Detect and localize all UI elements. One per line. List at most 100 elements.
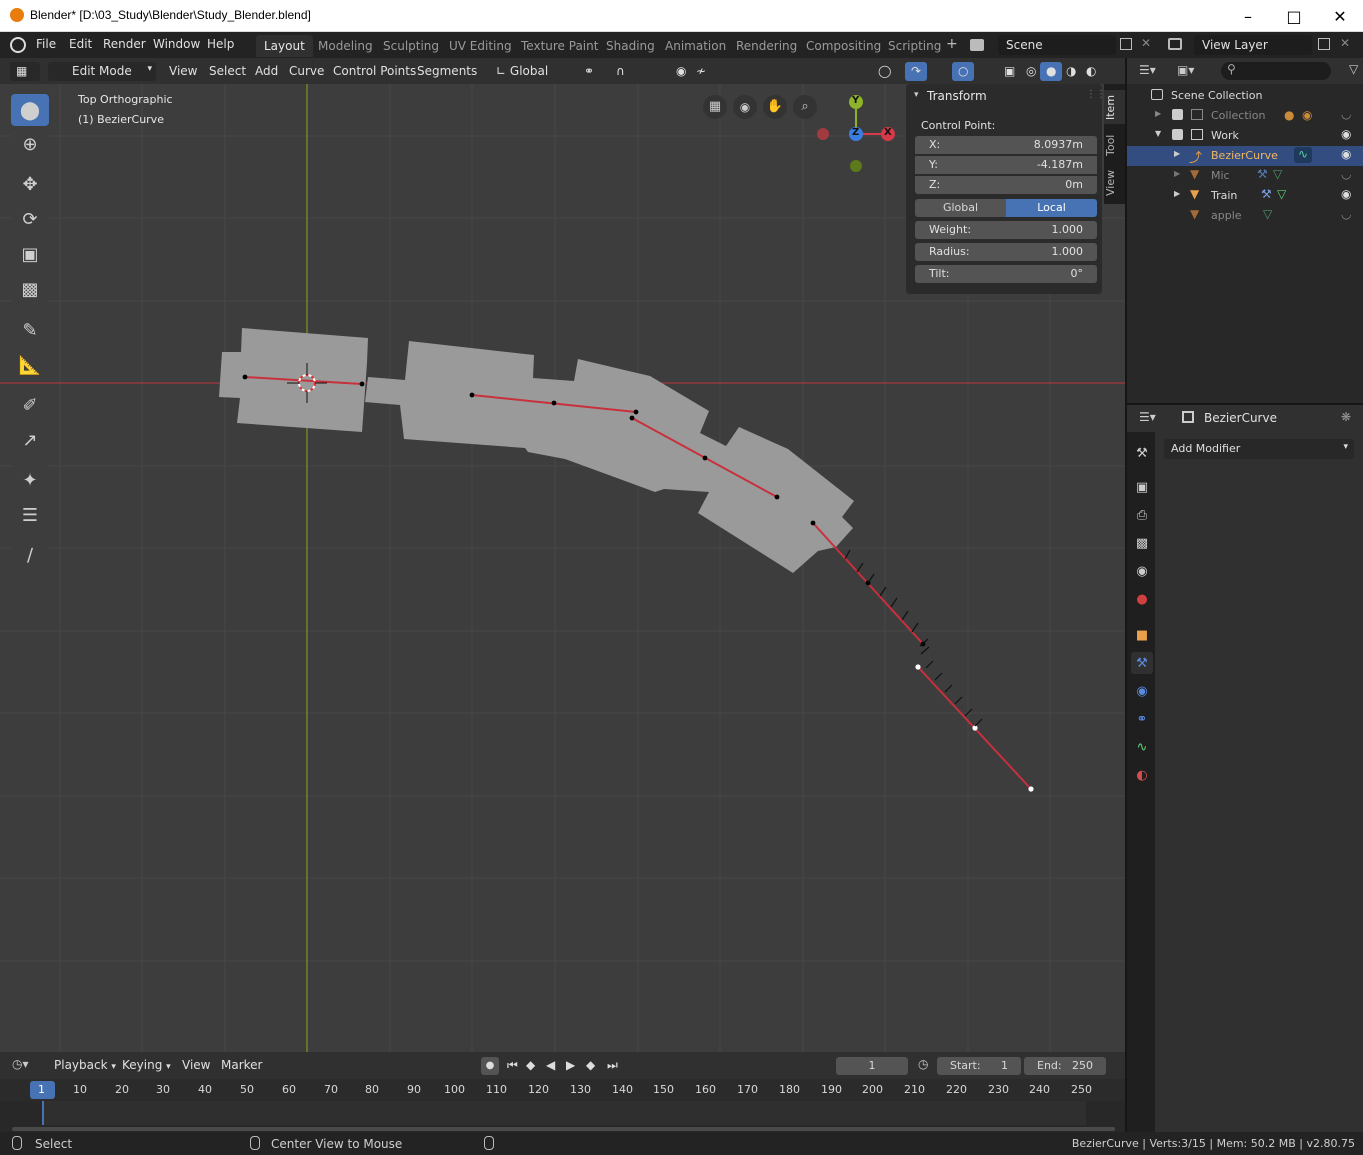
preview-range-icon[interactable]: ◷	[918, 1057, 928, 1071]
hidden-icon[interactable]: ◡	[1341, 207, 1351, 221]
falloff-icon[interactable]: ≁	[690, 62, 712, 81]
timeline-editor-icon[interactable]: ◷▾	[12, 1057, 29, 1071]
expand-arrow-icon[interactable]: ▼	[1155, 129, 1161, 138]
control-point[interactable]	[242, 374, 248, 380]
scene-name-field[interactable]: Scene	[998, 35, 1116, 55]
eye-icon[interactable]: ◉	[1341, 127, 1351, 141]
x-field[interactable]: X: 8.0937m	[915, 136, 1097, 154]
new-scene-icon[interactable]	[1120, 38, 1132, 50]
measure-icon[interactable]: 📐	[11, 349, 49, 381]
tab-shading[interactable]: Shading	[598, 35, 663, 57]
menu-select[interactable]: Select	[203, 62, 252, 81]
tool-tab-icon[interactable]: ⚒	[1131, 442, 1153, 464]
z-field[interactable]: Z: 0m	[915, 176, 1097, 194]
control-point[interactable]	[810, 520, 816, 526]
zoom-view-icon[interactable]: ⌕	[793, 95, 817, 119]
move-icon[interactable]: ✥	[11, 168, 49, 200]
scene-tab-icon[interactable]: ◉	[1131, 560, 1153, 582]
jump-end-icon[interactable]: ⏭	[607, 1058, 618, 1073]
maximize-button[interactable]: □	[1271, 0, 1317, 32]
outliner-item-mic[interactable]: ▶ ▼ Mic ⚒ ▽ ◡	[1127, 166, 1363, 186]
view-layer-icon[interactable]	[1168, 38, 1182, 50]
menu-render[interactable]: Render	[103, 37, 146, 51]
expand-arrow-icon[interactable]: ▶	[1174, 169, 1180, 178]
tab-compositing[interactable]: Compositing	[798, 35, 889, 57]
overlay-toggle-icon[interactable]: ○	[952, 62, 975, 81]
mode-dropdown[interactable]: Edit Mode ▾	[48, 62, 156, 81]
radius-icon[interactable]: ✦	[11, 464, 49, 496]
expand-arrow-icon[interactable]: ▶	[1174, 149, 1180, 158]
tab-modeling[interactable]: Modeling	[310, 35, 381, 57]
control-point[interactable]	[551, 400, 557, 406]
rotate-icon[interactable]: ⟳	[11, 203, 49, 235]
menu-timeline-view[interactable]: View	[182, 1058, 210, 1072]
control-point[interactable]	[629, 415, 635, 421]
timeline-scrollbar[interactable]	[12, 1127, 1115, 1131]
draw-icon[interactable]: ✐	[11, 389, 49, 421]
global-toggle[interactable]: Global	[915, 199, 1006, 217]
selected-control-point[interactable]	[972, 725, 978, 731]
material-tab-icon[interactable]: ◐	[1131, 764, 1153, 786]
tab-animation[interactable]: Animation	[657, 35, 734, 57]
view-layer-tab-icon[interactable]: ▩	[1131, 532, 1153, 554]
scene-icon[interactable]	[970, 39, 984, 51]
control-point[interactable]	[774, 494, 780, 500]
menu-control-points[interactable]: Control Points	[327, 62, 422, 81]
play-reverse-icon[interactable]: ◀	[546, 1058, 555, 1072]
tab-rendering[interactable]: Rendering	[728, 35, 805, 57]
control-point[interactable]	[702, 455, 708, 461]
end-frame-field[interactable]: End: 250	[1024, 1057, 1106, 1075]
tilt-field[interactable]: Tilt: 0°	[915, 265, 1097, 283]
gizmo-neg-x[interactable]	[817, 128, 829, 140]
checkbox-icon[interactable]	[1172, 109, 1183, 120]
new-view-layer-icon[interactable]	[1318, 38, 1330, 50]
world-tab-icon[interactable]: ●	[1131, 588, 1153, 610]
toggle-camera-grid-icon[interactable]: ▦	[703, 95, 727, 119]
camera-view-icon[interactable]: ◉	[733, 95, 757, 119]
menu-view[interactable]: View	[163, 62, 203, 81]
tilt-icon[interactable]: ☰	[11, 499, 49, 531]
menu-add[interactable]: Add	[249, 62, 284, 81]
next-keyframe-icon[interactable]: ◆	[586, 1058, 595, 1072]
eye-icon[interactable]: ◉	[1341, 147, 1351, 161]
menu-playback[interactable]: Playback ▾	[54, 1058, 116, 1072]
area-divider[interactable]	[1125, 58, 1127, 1132]
data-tab-icon[interactable]: ∿	[1131, 736, 1153, 758]
minimize-button[interactable]: –	[1225, 0, 1271, 32]
blender-menu-icon[interactable]	[10, 37, 26, 53]
collapse-arrow-icon[interactable]: ▾	[914, 90, 919, 100]
timeline-ruler[interactable]: 1 10 20 30 40 50 60 70 80 90 100 110 120…	[0, 1079, 1127, 1101]
timeline-track-area[interactable]	[0, 1101, 1127, 1132]
selected-control-point[interactable]	[915, 664, 921, 670]
output-tab-icon[interactable]: ⎙	[1131, 504, 1153, 526]
annotate-icon[interactable]: ✎	[11, 314, 49, 346]
outliner-item-apple[interactable]: ▼ apple ▽ ◡	[1127, 206, 1363, 226]
close-button[interactable]: ✕	[1317, 0, 1363, 32]
tab-sculpting[interactable]: Sculpting	[375, 35, 447, 57]
menu-help[interactable]: Help	[207, 37, 234, 51]
menu-keying[interactable]: Keying ▾	[122, 1058, 171, 1072]
checkbox-icon[interactable]	[1172, 129, 1183, 140]
xray-toggle-icon[interactable]: ▣	[998, 62, 1021, 81]
menu-curve[interactable]: Curve	[283, 62, 330, 81]
tab-scripting[interactable]: Scripting	[880, 35, 949, 57]
expand-arrow-icon[interactable]: ▶	[1155, 109, 1161, 118]
gizmo-neg-y[interactable]	[850, 160, 862, 172]
outliner-search-input[interactable]: ⚲	[1221, 62, 1331, 80]
menu-marker[interactable]: Marker	[221, 1058, 262, 1072]
local-toggle[interactable]: Local	[1006, 199, 1097, 217]
expand-arrow-icon[interactable]: ▶	[1174, 189, 1180, 198]
tab-item[interactable]: Item	[1104, 90, 1125, 124]
remove-view-layer-icon[interactable]: ✕	[1340, 36, 1350, 50]
display-mode-icon[interactable]: ▣▾	[1177, 63, 1194, 77]
add-modifier-dropdown[interactable]: Add Modifier ▾	[1164, 439, 1354, 459]
pan-view-icon[interactable]: ✋	[763, 95, 787, 119]
pivot-icon[interactable]: ⚭	[578, 62, 600, 81]
outliner-item-beziercurve[interactable]: ▶ ⤴ BezierCurve ∿ ◉	[1127, 146, 1363, 166]
constraint-tab-icon[interactable]: ⚭	[1131, 708, 1153, 730]
weight-field[interactable]: Weight: 1.000	[915, 221, 1097, 239]
orientation-dropdown[interactable]: ∟ Global	[490, 62, 568, 81]
add-workspace-button[interactable]: +	[946, 36, 958, 52]
selected-control-point[interactable]	[1028, 786, 1034, 792]
control-point[interactable]	[469, 392, 475, 398]
